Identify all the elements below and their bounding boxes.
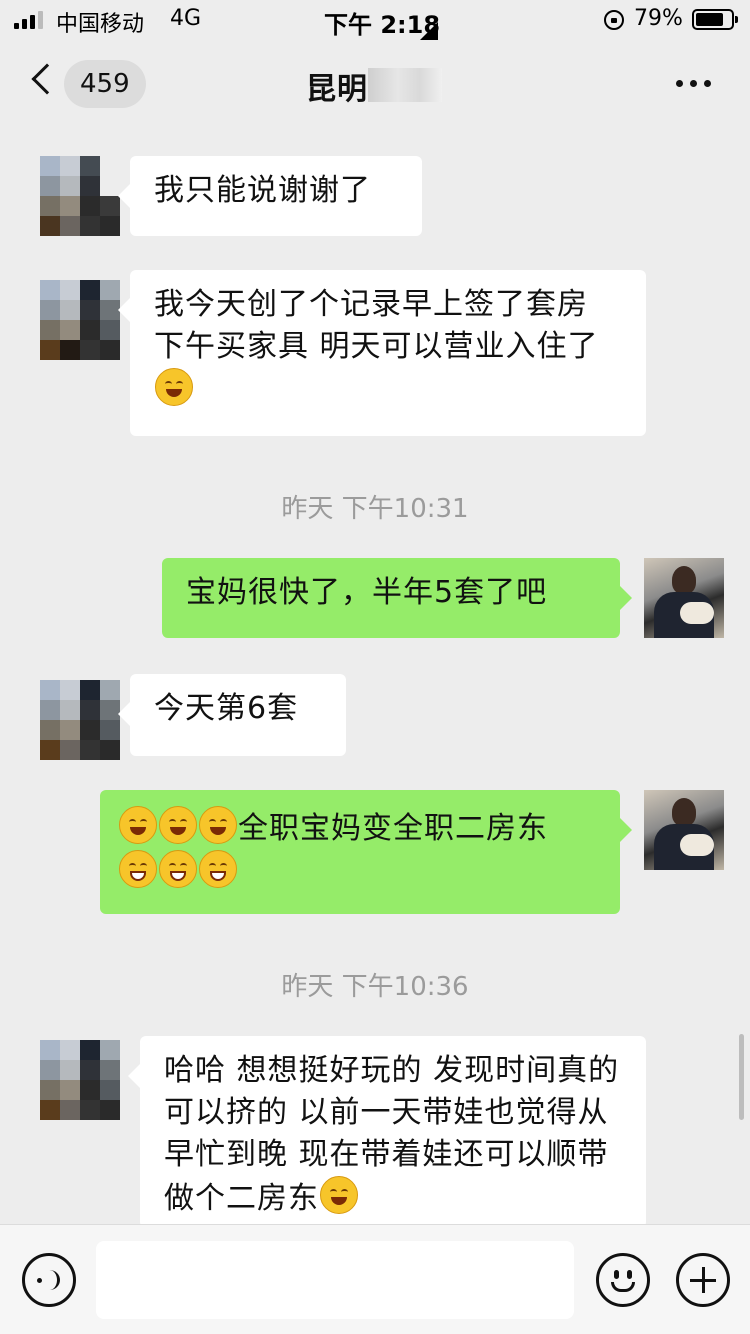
- back-chevron-icon[interactable]: [31, 63, 63, 95]
- scroll-indicator[interactable]: [739, 1034, 744, 1120]
- my-avatar[interactable]: [644, 790, 724, 870]
- orientation-lock-icon: [604, 10, 624, 30]
- message-bubble-outgoing[interactable]: 宝妈很快了，半年5套了吧: [162, 558, 632, 638]
- my-avatar[interactable]: [644, 558, 724, 638]
- grinning-face-emoji-icon: [199, 850, 237, 888]
- smiling-face-emoji-icon: [199, 806, 237, 844]
- contact-avatar[interactable]: [40, 1040, 120, 1120]
- signal-strength-icon: [14, 11, 43, 29]
- title-redaction-blur: [368, 68, 442, 102]
- message-bubble-incoming[interactable]: 我只能说谢谢了: [118, 156, 422, 236]
- more-options-icon[interactable]: [676, 80, 711, 87]
- contact-avatar[interactable]: [40, 280, 120, 360]
- message-text: 宝妈很快了，半年5套了吧: [186, 575, 548, 610]
- message-text: 全职宝妈变全职二房东: [238, 811, 548, 846]
- message-text: 我今天创了个记录早上签了套房 下午买家具 明天可以营业入住了: [154, 287, 599, 364]
- smiling-face-emoji-icon: [159, 806, 197, 844]
- timestamp: 昨天 下午10:31: [281, 494, 469, 524]
- back-unread-count[interactable]: 459: [64, 60, 146, 108]
- location-arrow-icon: [420, 22, 438, 40]
- status-bar: 中国移动 4G 下午 2:18 79%: [0, 0, 750, 40]
- message-bubble-outgoing[interactable]: 全职宝妈变全职二房东: [100, 790, 632, 914]
- more-actions-plus-icon[interactable]: [676, 1253, 730, 1307]
- carrier-name: 中国移动: [56, 12, 145, 37]
- message-bubble-incoming[interactable]: 我今天创了个记录早上签了套房 下午买家具 明天可以营业入住了: [118, 270, 646, 436]
- contact-avatar[interactable]: [40, 156, 120, 236]
- laughing-tears-emoji-icon: [155, 368, 193, 406]
- grinning-face-emoji-icon: [119, 850, 157, 888]
- message-input[interactable]: [96, 1241, 574, 1319]
- chat-header: 459 昆明: [0, 40, 750, 128]
- network-type: 4G: [170, 6, 202, 31]
- emoji-picker-icon[interactable]: [596, 1253, 650, 1307]
- grinning-face-emoji-icon: [159, 850, 197, 888]
- chat-title: 昆明: [306, 72, 368, 107]
- message-text: 今天第6套: [154, 691, 299, 726]
- smiling-face-emoji-icon: [119, 806, 157, 844]
- message-text: 哈哈 想想挺好玩的 发现时间真的可以挤的 以前一天带娃也觉得从早忙到晚 现在带着…: [164, 1053, 620, 1216]
- battery-icon: [692, 9, 738, 30]
- contact-avatar[interactable]: [40, 680, 120, 760]
- voice-input-icon[interactable]: [22, 1253, 76, 1307]
- chat-input-bar: [0, 1224, 750, 1334]
- message-text: 我只能说谢谢了: [154, 173, 371, 208]
- face-with-hand-over-mouth-emoji-icon: [320, 1176, 358, 1214]
- battery-percentage: 79%: [634, 6, 683, 31]
- message-bubble-incoming[interactable]: 今天第6套: [118, 674, 346, 756]
- timestamp: 昨天 下午10:36: [281, 972, 469, 1002]
- message-bubble-incoming[interactable]: 哈哈 想想挺好玩的 发现时间真的可以挤的 以前一天带娃也觉得从早忙到晚 现在带着…: [128, 1036, 646, 1228]
- battery-level-fill: [696, 13, 723, 26]
